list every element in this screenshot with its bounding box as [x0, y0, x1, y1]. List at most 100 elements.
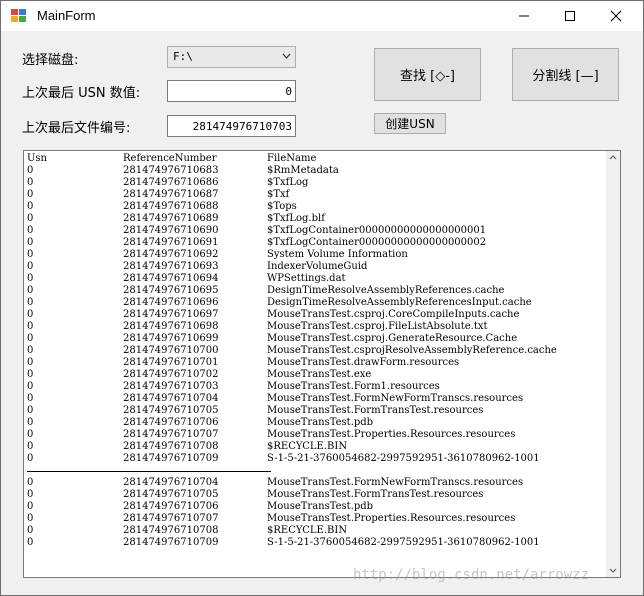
list-item[interactable]: 0 281474976710709 S-1-5-21-3760054682-2997… — [26, 453, 606, 465]
cell-reference-number: 281474976710702 — [123, 369, 219, 380]
cell-file-name: MouseTransTest.csproj.CoreCompileInputs.… — [267, 309, 520, 320]
list-item[interactable]: 0 281474976710695 DesignTimeResolveAssembl… — [26, 285, 606, 297]
list-item[interactable]: 0 281474976710690 $TxfLogContainer00000000… — [26, 225, 606, 237]
last-usn-label: 上次最后 USN 数值: — [22, 86, 141, 101]
list-item[interactable]: 0 281474976710689 $TxfLog.blf — [26, 213, 606, 225]
cell-reference-number: 281474976710698 — [123, 321, 219, 332]
scroll-up-icon[interactable] — [609, 155, 617, 160]
list-item[interactable]: 0 281474976710696 DesignTimeResolveAssembl… — [26, 297, 606, 309]
cell-reference-number: 281474976710692 — [123, 249, 219, 260]
cell-usn: 0 — [27, 501, 34, 512]
divider-button[interactable]: 分割线 [—] — [512, 48, 619, 101]
cell-usn: 0 — [27, 441, 34, 452]
cell-usn: 0 — [27, 513, 34, 524]
list-item[interactable]: 0 281474976710708 $RECYCLE.BIN — [26, 441, 606, 453]
list-item[interactable]: 0 281474976710691 $TxfLogContainer00000000… — [26, 237, 606, 249]
maximize-button[interactable] — [547, 1, 593, 31]
list-item[interactable]: 0 281474976710709 S-1-5-21-3760054682-2997… — [26, 537, 606, 549]
list-item[interactable]: 0 281474976710706 MouseTransTest.pdb — [26, 417, 606, 429]
cell-usn: 0 — [27, 165, 34, 176]
cell-usn: 0 — [27, 261, 34, 272]
header-usn: Usn — [27, 153, 47, 164]
list-item[interactable]: 0 281474976710697 MouseTransTest.csproj.Co… — [26, 309, 606, 321]
cell-reference-number: 281474976710694 — [123, 273, 219, 284]
find-button[interactable]: 查找 [◇-] — [374, 48, 481, 101]
cell-usn: 0 — [27, 381, 34, 392]
list-item[interactable]: 0 281474976710706 MouseTransTest.pdb — [26, 501, 606, 513]
list-item[interactable]: 0 281474976710699 MouseTransTest.csproj.Ge… — [26, 333, 606, 345]
vertical-scrollbar[interactable] — [606, 151, 620, 577]
cell-file-name: MouseTransTest.csproj.GenerateResource.C… — [267, 333, 518, 344]
cell-usn: 0 — [27, 333, 34, 344]
cell-reference-number: 281474976710696 — [123, 297, 219, 308]
list-item[interactable]: 0 281474976710701 MouseTransTest.drawForm.… — [26, 357, 606, 369]
list-item[interactable]: 0 281474976710708 $RECYCLE.BIN — [26, 525, 606, 537]
cell-file-name: MouseTransTest.pdb — [267, 417, 374, 428]
drive-select[interactable]: F:\ — [167, 46, 296, 68]
cell-usn: 0 — [27, 489, 34, 500]
title-bar[interactable]: MainForm — [1, 1, 643, 31]
cell-usn: 0 — [27, 405, 34, 416]
scroll-down-icon[interactable] — [609, 568, 617, 573]
cell-file-name: MouseTransTest.FormNewFormTranscs.resour… — [267, 477, 524, 488]
cell-file-name: System Volume Information — [267, 249, 408, 260]
cell-usn: 0 — [27, 429, 34, 440]
list-item[interactable]: 0 281474976710698 MouseTransTest.csproj.Fi… — [26, 321, 606, 333]
cell-file-name: MouseTransTest.FormNewFormTranscs.resour… — [267, 393, 524, 404]
drive-select-value: F:\ — [173, 50, 193, 63]
list-item[interactable]: 0 281474976710704 MouseTransTest.FormNewFo… — [26, 477, 606, 489]
cell-file-name: $Txf — [267, 189, 290, 200]
list-item[interactable]: 0 281474976710688 $Tops — [26, 201, 606, 213]
cell-reference-number: 281474976710709 — [123, 537, 219, 548]
cell-file-name: $TxfLogContainer00000000000000000001 — [267, 225, 487, 236]
list-item[interactable]: 0 281474976710692 System Volume Informatio… — [26, 249, 606, 261]
cell-reference-number: 281474976710705 — [123, 489, 219, 500]
cell-file-name: MouseTransTest.csproj.FileListAbsolute.t… — [267, 321, 488, 332]
list-item[interactable]: 0 281474976710704 MouseTransTest.FormNewFo… — [26, 393, 606, 405]
drive-label: 选择磁盘: — [22, 53, 79, 68]
cell-usn: 0 — [27, 177, 34, 188]
cell-reference-number: 281474976710708 — [123, 525, 219, 536]
close-icon — [610, 10, 622, 22]
cell-usn: 0 — [27, 393, 34, 404]
cell-reference-number: 281474976710689 — [123, 213, 219, 224]
list-item[interactable]: 0 281474976710703 MouseTransTest.Form1.res… — [26, 381, 606, 393]
list-item[interactable]: 0 281474976710707 MouseTransTest.Propertie… — [26, 513, 606, 525]
maximize-icon — [565, 11, 575, 21]
list-item[interactable]: 0 281474976710707 MouseTransTest.Propertie… — [26, 429, 606, 441]
cell-file-name: MouseTransTest.Form1.resources — [267, 381, 440, 392]
list-item[interactable]: 0 281474976710705 MouseTransTest.FormTrans… — [26, 489, 606, 501]
cell-usn: 0 — [27, 213, 34, 224]
list-item[interactable]: 0 281474976710686 $TxfLog — [26, 177, 606, 189]
list-item[interactable]: 0 281474976710700 MouseTransTest.csprojRes… — [26, 345, 606, 357]
cell-usn: 0 — [27, 189, 34, 200]
cell-file-name: S-1-5-21-3760054682-2997592951-361078096… — [267, 537, 540, 548]
minimize-button[interactable] — [501, 1, 547, 31]
last-file-no-input[interactable]: 281474976710703 — [167, 115, 296, 137]
cell-file-name: MouseTransTest.pdb — [267, 501, 374, 512]
cell-usn: 0 — [27, 525, 34, 536]
cell-file-name: DesignTimeResolveAssemblyReferences.cach… — [267, 285, 505, 296]
cell-reference-number: 281474976710705 — [123, 405, 219, 416]
list-item[interactable]: 0 281474976710702 MouseTransTest.exe — [26, 369, 606, 381]
list-item[interactable]: 0 281474976710683 $RmMetadata — [26, 165, 606, 177]
list-item[interactable]: 0 281474976710687 $Txf — [26, 189, 606, 201]
cell-reference-number: 281474976710703 — [123, 381, 219, 392]
cell-usn: 0 — [27, 201, 34, 212]
cell-file-name: $RECYCLE.BIN — [267, 525, 348, 536]
cell-usn: 0 — [27, 477, 34, 488]
usn-list-content: Usn ReferenceNumber FileName 0 2814749767… — [26, 153, 606, 549]
last-usn-input[interactable]: 0 — [167, 80, 296, 102]
cell-usn: 0 — [27, 453, 34, 464]
list-item[interactable]: 0 281474976710693 IndexerVolumeGuid — [26, 261, 606, 273]
create-usn-button[interactable]: 创建USN — [374, 113, 446, 134]
separator-line — [26, 465, 606, 477]
list-item[interactable]: 0 281474976710694 WPSettings.dat — [26, 273, 606, 285]
cell-file-name: $TxfLogContainer00000000000000000002 — [267, 237, 487, 248]
list-item[interactable]: 0 281474976710705 MouseTransTest.FormTrans… — [26, 405, 606, 417]
cell-file-name: MouseTransTest.drawForm.resources — [267, 357, 460, 368]
cell-reference-number: 281474976710691 — [123, 237, 219, 248]
usn-list[interactable]: Usn ReferenceNumber FileName 0 2814749767… — [23, 150, 621, 578]
minimize-icon — [519, 15, 529, 17]
close-button[interactable] — [593, 1, 639, 31]
